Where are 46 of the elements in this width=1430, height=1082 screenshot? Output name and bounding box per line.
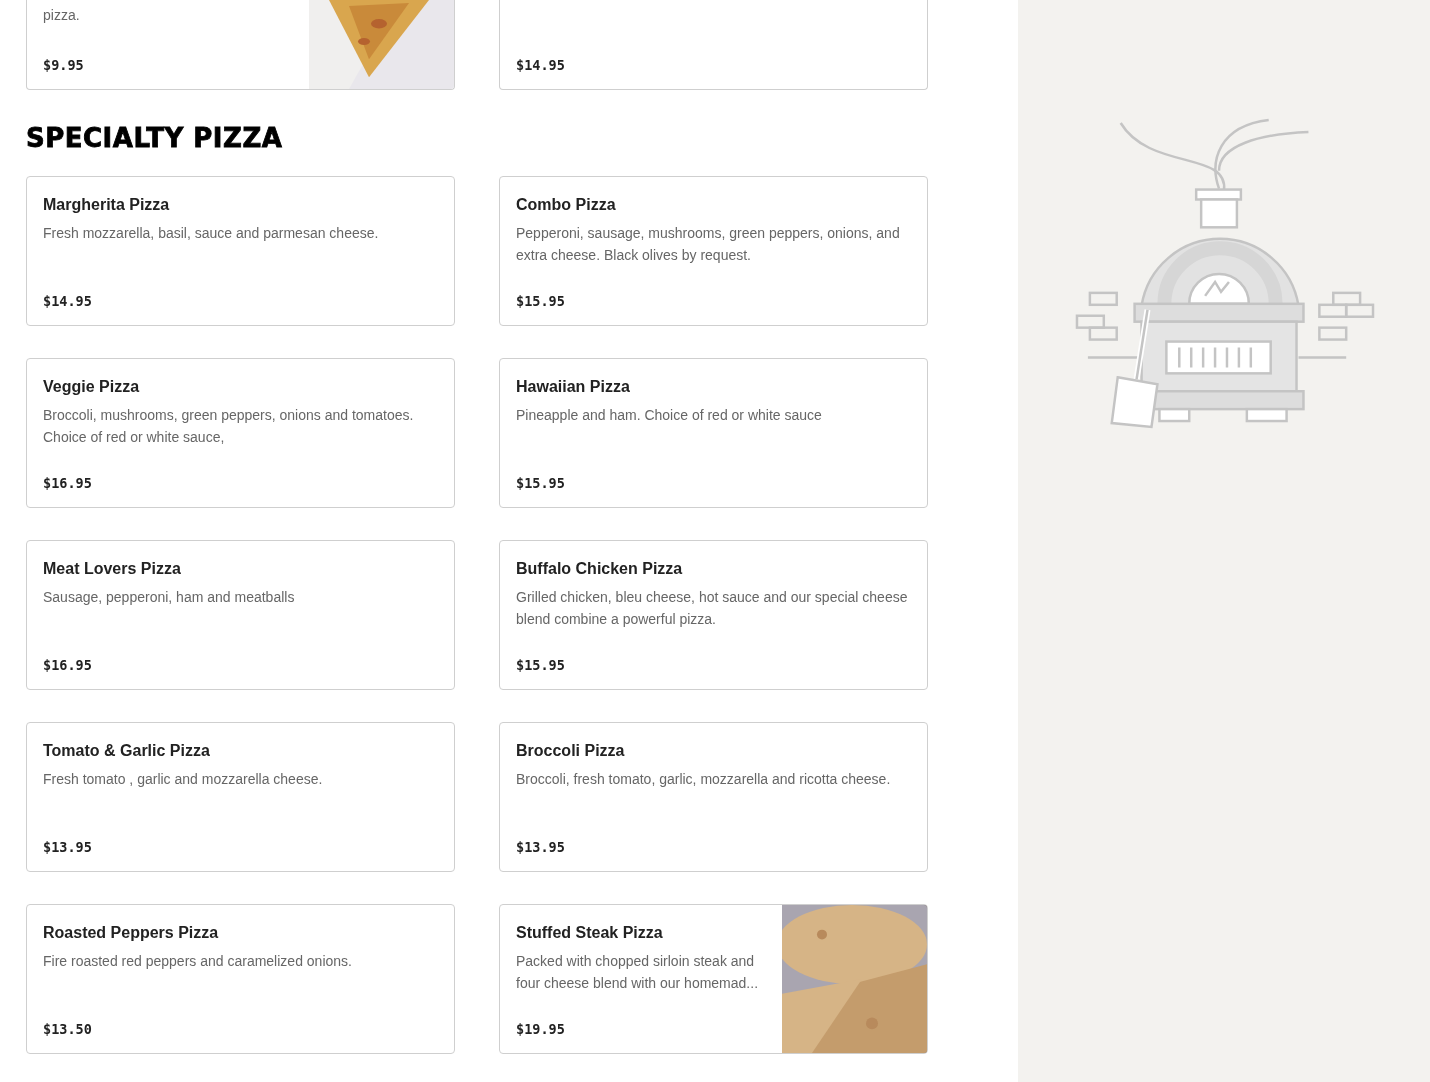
item-price: $9.95 <box>43 55 85 75</box>
menu-item-card[interactable]: Tomato & Garlic Pizza Fresh tomato , garlic and mozzarella cheese. $13.95 <box>26 722 455 872</box>
item-name: Meat Lovers Pizza <box>43 559 182 579</box>
item-price: $15.95 <box>516 291 566 311</box>
item-description: Pineapple and ham. Choice of red or white sauce <box>516 406 823 425</box>
item-description: Pepperoni, sausage, mushrooms, green peppers, onions, and extra cheese. Black olives by request. <box>516 224 901 265</box>
menu-item-card[interactable]: pizza. $9.95 <box>26 0 455 90</box>
item-description: pizza. <box>43 6 81 25</box>
menu-item-card[interactable]: Roasted Peppers Pizza Fire roasted red peppers and caramelized onions. $13.50 <box>26 904 455 1054</box>
item-name: Broccoli Pizza <box>516 741 626 761</box>
item-name: Hawaiian Pizza <box>516 377 631 397</box>
item-price: $14.95 <box>516 55 566 75</box>
item-description: Sausage, pepperoni, ham and meatballs <box>43 588 296 607</box>
menu-item-card[interactable]: Veggie Pizza Broccoli, mushrooms, green peppers, onions and tomatoes. Choice of red or white sauce, $16.95 <box>26 358 455 508</box>
section-heading: SPECIALTY PIZZA <box>26 124 284 152</box>
item-name: Roasted Peppers Pizza <box>43 923 220 943</box>
item-price: $13.95 <box>43 837 93 857</box>
item-name: Combo Pizza <box>516 195 617 215</box>
item-name: Buffalo Chicken Pizza <box>516 559 684 579</box>
item-description: Fresh mozzarella, basil, sauce and parmesan cheese. <box>43 224 380 243</box>
menu-item-card[interactable]: Broccoli Pizza Broccoli, fresh tomato, garlic, mozzarella and ricotta cheese. $13.95 <box>499 722 928 872</box>
menu-item-card[interactable]: Meat Lovers Pizza Sausage, pepperoni, ham and meatballs $16.95 <box>26 540 455 690</box>
item-description: Broccoli, mushrooms, green peppers, onions and tomatoes. Choice of red or white sauce, <box>43 406 415 447</box>
menu-item-card[interactable]: Margherita Pizza Fresh mozzarella, basil, sauce and parmesan cheese. $14.95 <box>26 176 455 326</box>
item-description: Fresh tomato , garlic and mozzarella cheese. <box>43 770 324 789</box>
item-price: $16.95 <box>43 473 93 493</box>
item-name: Veggie Pizza <box>43 377 141 397</box>
item-price: $13.50 <box>43 1019 93 1039</box>
menu-item-card[interactable]: Stuffed Steak Pizza Packed with chopped sirloin steak and four cheese blend with our homemad... $19.95 <box>499 904 928 1054</box>
item-description: Fire roasted red peppers and caramelized onions. <box>43 952 353 971</box>
menu-item-card[interactable]: Hawaiian Pizza Pineapple and ham. Choice of red or white sauce $15.95 <box>499 358 928 508</box>
item-name: Tomato & Garlic Pizza <box>43 741 211 761</box>
item-name: Margherita Pizza <box>43 195 171 215</box>
item-description: Broccoli, fresh tomato, garlic, mozzarella and ricotta cheese. <box>516 770 892 789</box>
menu-item-card[interactable]: $14.95 <box>499 0 928 90</box>
menu-item-card[interactable]: Combo Pizza Pepperoni, sausage, mushrooms, green peppers, onions, and extra cheese. Black olives by request. $15.95 <box>499 176 928 326</box>
item-description: Packed with chopped sirloin steak and four cheese blend with our homemad... <box>516 952 760 993</box>
item-price: $15.95 <box>516 655 566 675</box>
item-price: $14.95 <box>43 291 93 311</box>
item-price: $15.95 <box>516 473 566 493</box>
item-price: $13.95 <box>516 837 566 857</box>
menu-item-card[interactable]: Buffalo Chicken Pizza Grilled chicken, bleu cheese, hot sauce and our special cheese blend combine a powerful pizza. $15.95 <box>499 540 928 690</box>
item-price: $16.95 <box>43 655 93 675</box>
item-name: Stuffed Steak Pizza <box>516 923 664 943</box>
item-description: Grilled chicken, bleu cheese, hot sauce and our special cheese blend combine a powerful pizza. <box>516 588 909 629</box>
item-price: $19.95 <box>516 1019 566 1039</box>
